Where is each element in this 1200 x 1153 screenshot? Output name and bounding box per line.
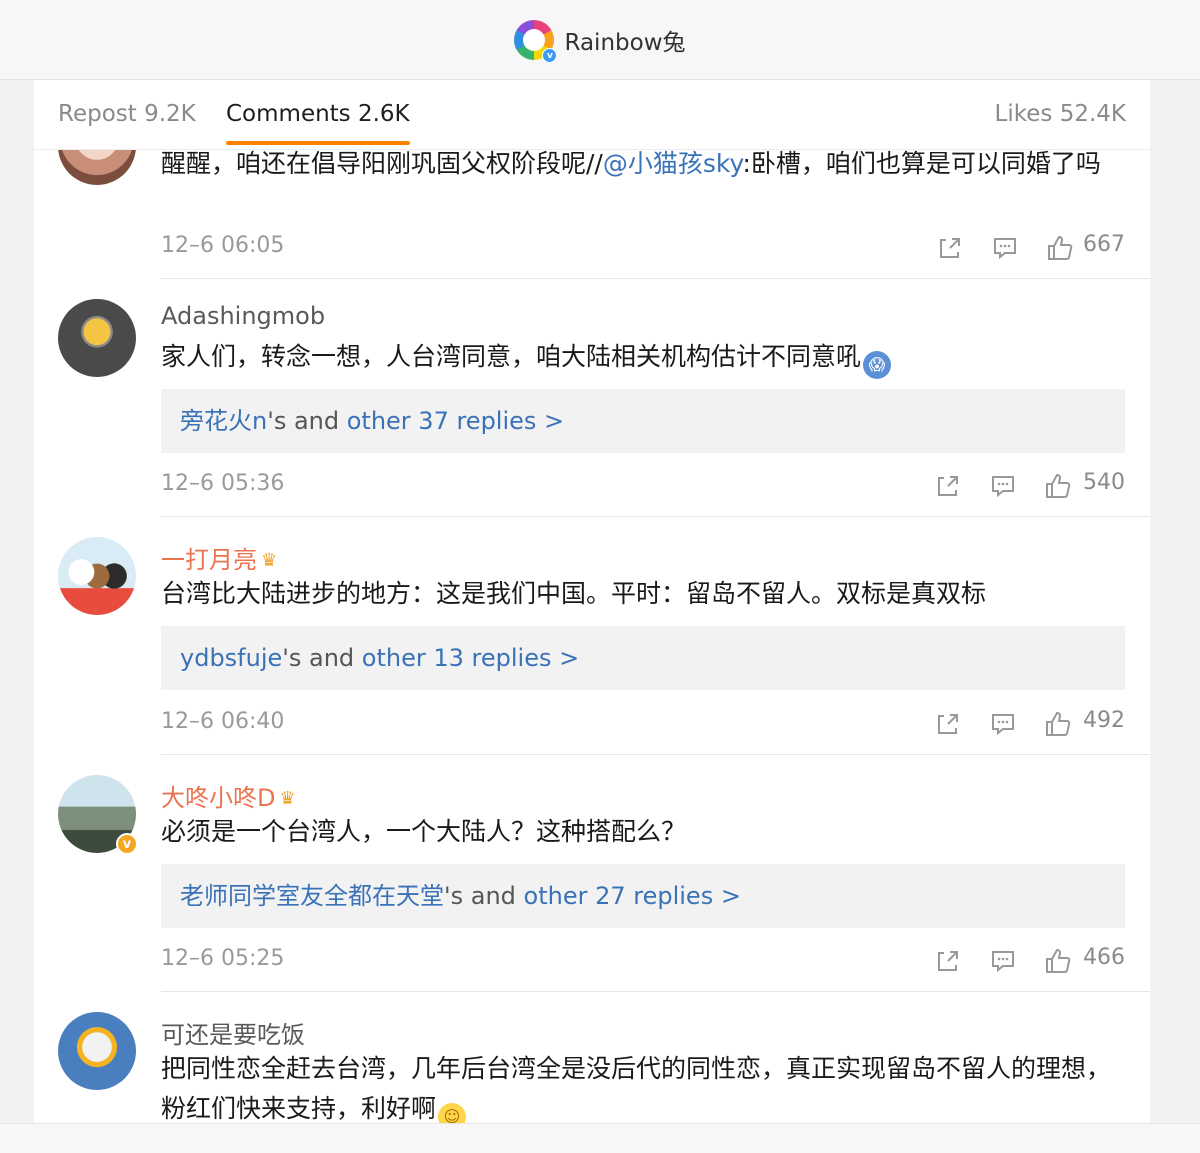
username[interactable]: 可还是要吃饭 <box>161 1015 305 1050</box>
user-avatar[interactable] <box>58 537 136 615</box>
share-icon[interactable] <box>935 948 961 974</box>
divider <box>161 991 1150 992</box>
comment-timestamp: 12–6 05:36 <box>161 471 285 496</box>
comment-text: 台湾比大陆进步的地方：这是我们中国。平时：留岛不留人。双标是真双标 <box>161 579 987 608</box>
comment-text: 醒醒，咱还在倡导阳刚巩固父权阶段呢//@小猫孩sky:卧槽，咱们也算是可以同婚了… <box>161 149 1101 178</box>
active-tab-indicator <box>226 141 410 145</box>
divider <box>161 516 1150 517</box>
tab-repost[interactable]: Repost 9.2K <box>58 101 196 127</box>
smile-face-emoji: ☺ <box>438 1103 467 1123</box>
verified-badge-icon: v <box>116 833 138 855</box>
account-name[interactable]: Rainbow兔 <box>564 23 685 57</box>
username[interactable]: Adashingmob <box>161 302 325 330</box>
user-avatar[interactable] <box>58 1012 136 1090</box>
verified-badge-icon: v <box>542 47 558 63</box>
username[interactable]: 一打月亮 ♛ <box>161 540 277 575</box>
tab-bar: Repost 9.2K Comments 2.6K Likes 52.4K <box>34 80 1150 150</box>
comment-meta: 12–6 06:40 492 <box>161 708 1125 739</box>
like-icon[interactable] <box>1045 473 1071 499</box>
user-avatar[interactable] <box>58 299 136 377</box>
share-icon[interactable] <box>937 235 963 261</box>
crown-badge-icon: ♛ <box>279 788 296 809</box>
username[interactable]: 大咚小咚D ♛ <box>161 778 296 813</box>
reply-username-link[interactable]: ydbsfuje <box>180 644 282 672</box>
share-icon[interactable] <box>935 473 961 499</box>
replies-preview[interactable]: 旁花火n's and other 37 replies > <box>161 389 1125 453</box>
shocked-face-emoji: 😱 <box>863 351 892 379</box>
like-count: 492 <box>1083 708 1125 733</box>
like-count: 540 <box>1083 470 1125 495</box>
more-replies-link[interactable]: other 37 replies > <box>347 407 564 435</box>
comment-meta: 12–6 05:36 540 <box>161 470 1125 501</box>
comment-text: 把同性恋全赶去台湾，几年后台湾全是没后代的同性恋，真正实现留岛不留人的理想，粉红… <box>161 1049 1126 1123</box>
tab-comments[interactable]: Comments 2.6K <box>226 101 410 145</box>
comment-text: 必须是一个台湾人，一个大陆人？这种搭配么？ <box>161 817 687 846</box>
like-icon[interactable] <box>1045 948 1071 974</box>
tab-likes[interactable]: Likes 52.4K <box>995 101 1126 127</box>
comment-icon[interactable] <box>992 235 1018 261</box>
share-icon[interactable] <box>935 711 961 737</box>
divider <box>161 754 1150 755</box>
bottom-bar <box>0 1123 1200 1153</box>
comment-timestamp: 12–6 06:40 <box>161 709 285 734</box>
like-icon[interactable] <box>1045 711 1071 737</box>
user-avatar[interactable]: v <box>58 775 138 855</box>
replies-preview[interactable]: ydbsfuje's and other 13 replies > <box>161 626 1125 690</box>
user-mention-link[interactable]: @小猫孩sky <box>603 149 743 178</box>
comment-timestamp: 12–6 06:05 <box>161 233 285 258</box>
more-replies-link[interactable]: other 13 replies > <box>362 644 579 672</box>
like-count: 667 <box>1083 232 1125 257</box>
comment-timestamp: 12–6 05:25 <box>161 946 285 971</box>
comment-meta: 12–6 05:25 466 <box>161 945 1125 976</box>
reply-username-link[interactable]: 旁花火n <box>180 407 267 435</box>
more-replies-link[interactable]: other 27 replies > <box>524 882 741 910</box>
brand-avatar[interactable]: v <box>514 19 558 63</box>
comment-icon[interactable] <box>990 473 1016 499</box>
comment-icon[interactable] <box>990 948 1016 974</box>
like-count: 466 <box>1083 945 1125 970</box>
like-icon[interactable] <box>1047 235 1073 261</box>
comment-text: 家人们，转念一想，人台湾同意，咱大陆相关机构估计不同意吼 😱 <box>161 337 1126 379</box>
top-bar: v Rainbow兔 <box>0 0 1200 80</box>
replies-preview[interactable]: 老师同学室友全都在天堂's and other 27 replies > <box>161 864 1125 928</box>
comments-panel: 醒醒，咱还在倡导阳刚巩固父权阶段呢//@小猫孩sky:卧槽，咱们也算是可以同婚了… <box>34 80 1150 1123</box>
comment-icon[interactable] <box>990 711 1016 737</box>
comment-meta: 12–6 06:05 667 <box>161 232 1125 263</box>
reply-username-link[interactable]: 老师同学室友全都在天堂 <box>180 882 444 910</box>
crown-badge-icon: ♛ <box>261 550 278 571</box>
divider <box>161 278 1150 279</box>
